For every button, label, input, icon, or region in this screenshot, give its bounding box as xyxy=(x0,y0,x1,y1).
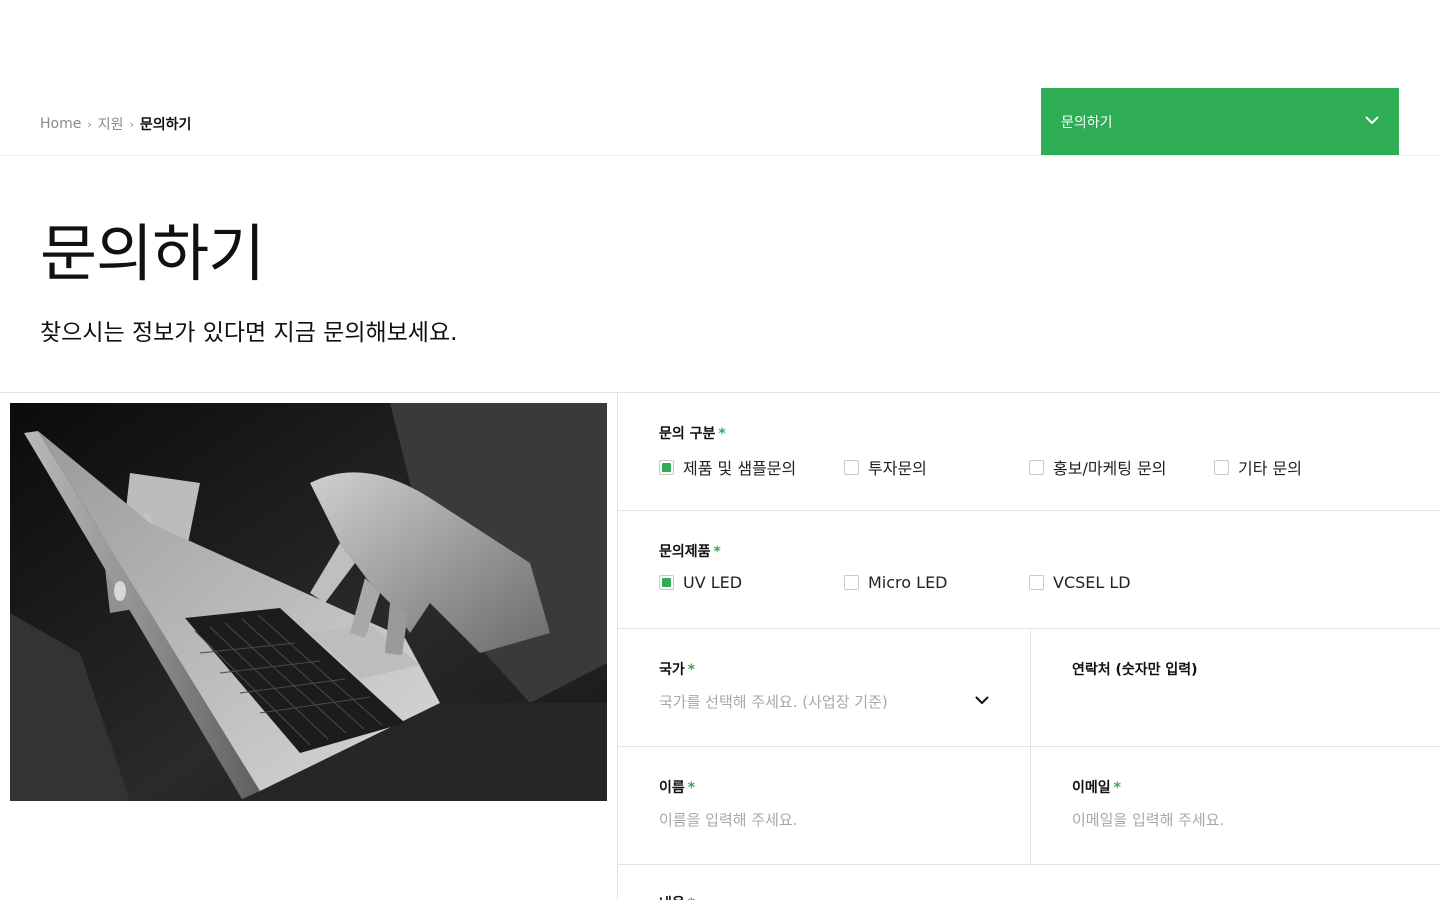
required-mark: * xyxy=(718,426,726,442)
section-nav-dropdown[interactable]: 문의하기 xyxy=(1041,88,1399,155)
inquiry-type-option-other[interactable]: 기타 문의 xyxy=(1214,455,1399,479)
content-row: 내용* xyxy=(618,865,1440,900)
inquiry-type-option-product[interactable]: 제품 및 샘플문의 xyxy=(659,455,844,479)
name-input[interactable]: 이름을 입력해 주세요. xyxy=(659,809,798,830)
page-title: 문의하기 xyxy=(40,217,265,290)
content-label: 내용* xyxy=(659,893,695,900)
checkbox[interactable] xyxy=(844,459,859,475)
name-label: 이름 * xyxy=(659,780,696,796)
chevron-right-icon: › xyxy=(129,117,134,131)
top-bar: Home › 지원 › 문의하기 문의하기 xyxy=(0,88,1440,156)
country-label: 국가 * xyxy=(659,662,696,678)
inquiry-type-option-pr[interactable]: 홍보/마케팅 문의 xyxy=(1029,455,1214,479)
checkbox-checked[interactable] xyxy=(659,575,674,590)
product-options: UV LED Micro LED VCSEL LD xyxy=(659,573,1214,592)
product-option-micro-led[interactable]: Micro LED xyxy=(844,573,1029,592)
phone-input[interactable] xyxy=(1072,691,1402,711)
product-option-uv-led[interactable]: UV LED xyxy=(659,573,844,592)
country-select[interactable]: 국가를 선택해 주세요. (사업장 기준) xyxy=(659,691,888,712)
product-row: 문의제품 * UV LED Micro LED VCSEL LD xyxy=(618,511,1440,629)
email-cell: 이메일 * 이메일을 입력해 주세요. xyxy=(1030,747,1440,864)
product-label: 문의제품 * xyxy=(659,544,721,560)
checkbox[interactable] xyxy=(1029,459,1044,475)
checkbox[interactable] xyxy=(1029,575,1044,590)
checkbox-checked[interactable] xyxy=(659,459,674,475)
checkbox[interactable] xyxy=(1214,459,1229,475)
breadcrumb-current: 문의하기 xyxy=(139,117,192,133)
required-mark: * xyxy=(1113,780,1121,796)
chevron-down-icon xyxy=(1365,116,1379,124)
page-subtitle: 찾으시는 정보가 있다면 지금 문의해보세요. xyxy=(40,320,458,346)
breadcrumb-support[interactable]: 지원 xyxy=(98,114,124,134)
chevron-right-icon: › xyxy=(87,117,92,131)
country-cell: 국가 * 국가를 선택해 주세요. (사업장 기준) xyxy=(618,629,1030,746)
phone-label: 연락처 (숫자만 입력) xyxy=(1072,662,1198,678)
country-phone-row: 국가 * 국가를 선택해 주세요. (사업장 기준) 연락처 (숫자만 입력) xyxy=(618,629,1440,747)
required-mark: * xyxy=(687,780,696,796)
inquiry-type-row: 문의 구분 * 제품 및 샘플문의 투자문의 홍보/마케팅 문의 기타 문의 xyxy=(618,393,1440,511)
section-nav-label: 문의하기 xyxy=(1061,114,1113,131)
chevron-down-icon[interactable] xyxy=(975,696,989,705)
breadcrumb-home[interactable]: Home xyxy=(40,116,81,132)
inquiry-form: 문의 구분 * 제품 및 샘플문의 투자문의 홍보/마케팅 문의 기타 문의 문의 xyxy=(617,393,1440,900)
breadcrumb: Home › 지원 › 문의하기 xyxy=(40,114,191,134)
email-input[interactable]: 이메일을 입력해 주세요. xyxy=(1072,809,1224,830)
required-mark: * xyxy=(687,662,696,678)
email-label: 이메일 * xyxy=(1072,780,1121,796)
product-option-vcsel-ld[interactable]: VCSEL LD xyxy=(1029,573,1214,592)
inquiry-type-option-investment[interactable]: 투자문의 xyxy=(844,455,1029,479)
inquiry-type-label: 문의 구분 * xyxy=(659,426,726,442)
laptop-photo xyxy=(10,403,607,801)
required-mark: * xyxy=(688,896,695,900)
name-email-row: 이름 * 이름을 입력해 주세요. 이메일 * 이메일을 입력해 주세요. xyxy=(618,747,1440,865)
phone-cell: 연락처 (숫자만 입력) xyxy=(1030,629,1440,746)
name-cell: 이름 * 이름을 입력해 주세요. xyxy=(618,747,1030,864)
inquiry-type-options: 제품 및 샘플문의 투자문의 홍보/마케팅 문의 기타 문의 xyxy=(659,455,1399,479)
required-mark: * xyxy=(713,544,721,560)
checkbox[interactable] xyxy=(844,575,859,590)
